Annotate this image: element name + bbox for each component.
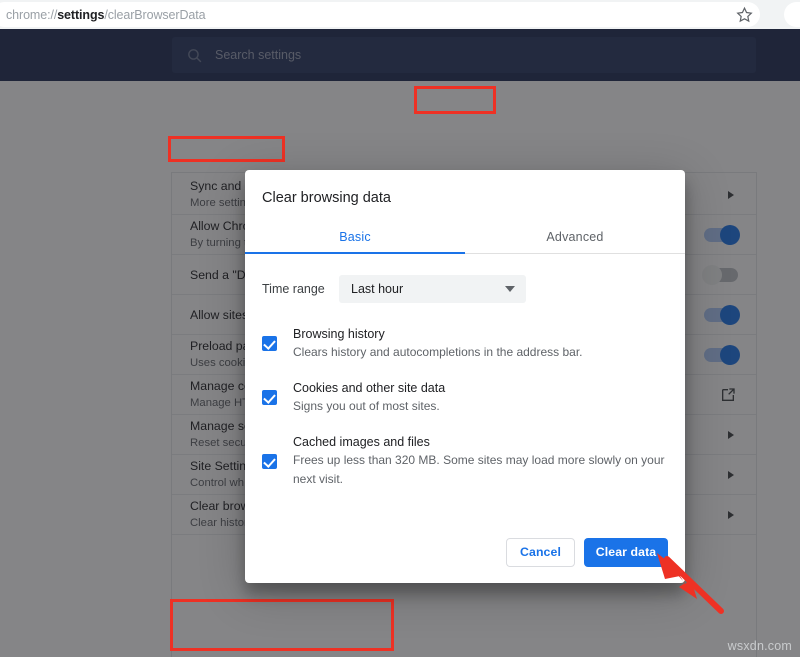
checkbox-label: Cached images and files [293,435,430,449]
watermark: wsxdn.com [727,639,792,653]
checkbox-browsing-history[interactable] [262,336,277,351]
clear-browsing-data-dialog: Clear browsing data Basic Advanced Time … [245,170,685,583]
address-bar[interactable]: chrome://settings/clearBrowserData [0,2,760,27]
annotation-box-clear-browsing-data [170,599,394,651]
cancel-button[interactable]: Cancel [506,537,575,567]
annotation-box-advanced [414,86,496,114]
url-prefix: chrome:// [6,7,58,22]
address-bar-right-edge [784,2,800,27]
checkbox-cookies[interactable] [262,390,277,405]
tab-advanced[interactable]: Advanced [465,220,685,253]
browser-omnibox-bar: chrome://settings/clearBrowserData [0,0,800,29]
checkbox-label: Cookies and other site data [293,381,446,395]
time-range-label: Time range [262,282,325,296]
checkbox-texts: Browsing history Clears history and auto… [293,325,668,362]
time-range-value: Last hour [351,282,404,296]
chevron-down-icon [505,286,515,292]
checkbox-row-cached-images[interactable]: Cached images and files Frees up less th… [262,433,668,489]
checkbox-description: Signs you out of most sites. [293,399,440,413]
checkbox-row-cookies[interactable]: Cookies and other site data Signs you ou… [262,379,668,416]
annotation-box-privacy-and-security [168,136,285,162]
dialog-title: Clear browsing data [262,190,391,206]
url-path: /clearBrowserData [104,7,206,22]
dialog-body: Time range Last hour Browsing history Cl… [245,254,685,521]
dialog-tabs: Basic Advanced [245,220,685,254]
checkbox-description: Frees up less than 320 MB. Some sites ma… [293,453,665,486]
checkbox-cached-images[interactable] [262,454,277,469]
tab-basic[interactable]: Basic [245,220,465,253]
dialog-actions: Cancel Clear data [245,521,685,583]
checkbox-row-browsing-history[interactable]: Browsing history Clears history and auto… [262,325,668,362]
url-text: chrome://settings/clearBrowserData [6,7,206,22]
time-range-select[interactable]: Last hour [339,275,526,303]
screenshot-root: chrome://settings/clearBrowserData Searc… [0,0,800,657]
annotation-arrow-clear-data [655,553,745,623]
checkbox-texts: Cookies and other site data Signs you ou… [293,379,668,416]
checkbox-description: Clears history and autocompletions in th… [293,345,583,359]
star-icon[interactable] [735,5,754,24]
url-host: settings [57,7,105,22]
time-range-row: Time range Last hour [262,275,668,303]
checkbox-texts: Cached images and files Frees up less th… [293,433,668,489]
checkbox-label: Browsing history [293,327,385,341]
